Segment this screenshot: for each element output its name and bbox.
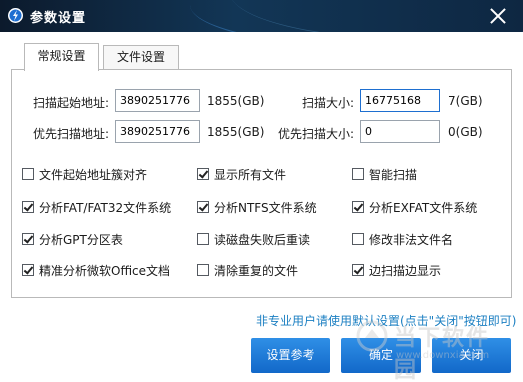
priority-start-size: 1855(GB) (207, 125, 265, 139)
option-checkbox[interactable] (22, 264, 34, 276)
option-checkbox[interactable] (197, 168, 209, 180)
option-label[interactable]: 边扫描边显示 (369, 262, 441, 279)
option-checkbox[interactable] (22, 233, 34, 245)
default-settings-hint: 非专业用户请使用默认设置(点击"关闭"按钮即可) (256, 314, 517, 328)
option-label[interactable]: 修改非法文件名 (369, 231, 453, 248)
scan-start-size: 1855(GB) (207, 94, 265, 108)
priority-size-input[interactable]: 0 (360, 120, 440, 143)
default-settings-button[interactable]: 设置参考 (251, 338, 330, 373)
ok-button[interactable]: 确定 (341, 338, 421, 373)
option-checkbox[interactable] (22, 201, 34, 213)
option-checkbox[interactable] (352, 201, 364, 213)
option-label[interactable]: 显示所有文件 (214, 166, 286, 183)
option-label[interactable]: 清除重复的文件 (214, 262, 298, 279)
close-button[interactable]: 关闭 (432, 338, 511, 373)
priority-start-label: 优先扫描地址: (33, 127, 110, 141)
option-label[interactable]: 分析EXFAT文件系统 (369, 199, 477, 216)
option-checkbox[interactable] (352, 233, 364, 245)
priority-size-value: 0(GB) (448, 125, 483, 139)
scan-start-label: 扫描起始地址: (33, 96, 110, 110)
scan-start-input[interactable]: 3890251776 (115, 89, 200, 112)
option-label[interactable]: 分析GPT分区表 (39, 231, 123, 248)
close-icon[interactable] (487, 5, 509, 27)
option-checkbox[interactable] (22, 168, 34, 180)
app-icon (8, 8, 23, 23)
option-label[interactable]: 精准分析微软Office文档 (39, 262, 170, 279)
option-label[interactable]: 分析FAT/FAT32文件系统 (39, 199, 171, 216)
option-label[interactable]: 分析NTFS文件系统 (214, 199, 317, 216)
option-checkbox[interactable] (197, 264, 209, 276)
priority-size-label: 优先扫描大小: (278, 127, 355, 141)
scan-size-input[interactable]: 16775168 (360, 89, 440, 112)
title-bar: 参数设置 (0, 0, 523, 32)
option-checkbox[interactable] (352, 264, 364, 276)
tab-file[interactable]: 文件设置 (103, 45, 179, 69)
tab-general[interactable]: 常规设置 (24, 43, 99, 71)
option-checkbox[interactable] (197, 233, 209, 245)
scan-size-label: 扫描大小: (302, 96, 355, 110)
option-label[interactable]: 读磁盘失败后重读 (214, 231, 310, 248)
option-checkbox[interactable] (197, 201, 209, 213)
priority-start-input[interactable]: 3890251776 (115, 120, 200, 143)
option-label[interactable]: 智能扫描 (369, 166, 417, 183)
option-label[interactable]: 文件起始地址簇对齐 (39, 166, 147, 183)
scan-size-value: 7(GB) (448, 94, 483, 108)
option-checkbox[interactable] (352, 168, 364, 180)
window-title: 参数设置 (30, 11, 87, 26)
